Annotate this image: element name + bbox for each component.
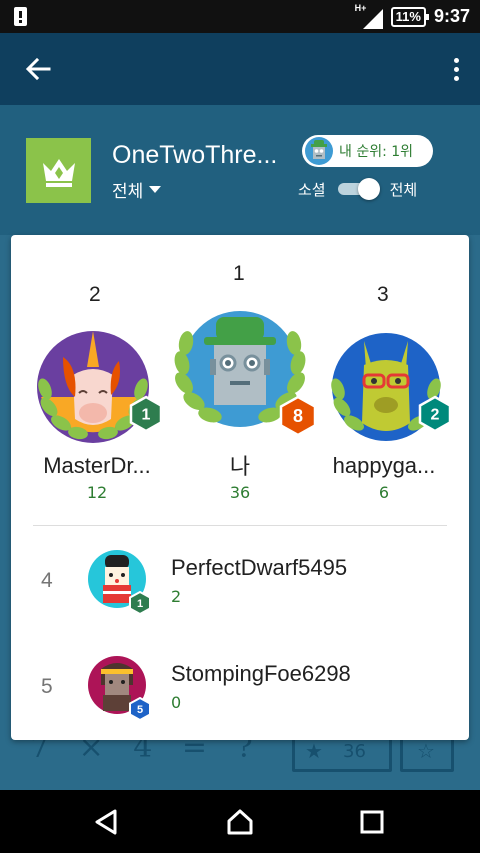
square-recents-icon: [360, 810, 384, 834]
scope-dropdown[interactable]: 전체: [112, 177, 162, 202]
battery-level: 11%: [395, 8, 421, 24]
robot-avatar-small: [305, 137, 333, 165]
clock: 9:37: [433, 6, 470, 26]
toggle-all-label: 전체: [389, 180, 418, 199]
triangle-back-icon: [95, 809, 117, 835]
navigation-bar: [0, 790, 480, 853]
podium-player-3[interactable]: 2: [326, 327, 460, 451]
podium-player-2[interactable]: 1: [33, 327, 167, 451]
nav-home-button[interactable]: [220, 806, 260, 838]
podium-score-2: 12: [86, 483, 108, 502]
nav-back-button[interactable]: [86, 806, 126, 838]
podium-name-1: 나: [229, 454, 251, 479]
level-badge: 2: [418, 395, 452, 433]
my-rank-label: 내 순위: 1위: [339, 144, 414, 160]
podium-rank-1: 1: [233, 262, 245, 285]
battery-icon: 11%: [390, 6, 430, 27]
podium-rank-3: 3: [377, 283, 389, 306]
app-bar: [0, 33, 480, 105]
alert-icon: [14, 7, 27, 26]
nav-recents-button[interactable]: [352, 806, 392, 838]
row-score: 2: [171, 587, 182, 606]
background-score: 36: [343, 741, 366, 762]
back-button[interactable]: [20, 51, 56, 87]
leaderboard-card: 2 1 MasterDr... 12 1 8 나 36 3 2 happyga.…: [11, 235, 469, 740]
podium-score-3: 6: [378, 483, 390, 502]
level-badge: 1: [129, 591, 151, 615]
crown-icon: [42, 158, 75, 187]
podium-name-2: MasterDr...: [43, 453, 151, 478]
signal-icon: H+: [355, 3, 383, 29]
divider: [33, 525, 447, 526]
social-all-toggle-row: 소셜 전체: [298, 177, 417, 201]
scope-selected-value: 전체: [112, 182, 144, 202]
level-badge-value: 2: [431, 407, 440, 424]
social-all-toggle[interactable]: [336, 177, 380, 201]
list-item[interactable]: 4 1 PerfectDwarf5495 2: [11, 535, 469, 635]
toggle-social-label: 소셜: [298, 180, 326, 199]
row-avatar: 1: [87, 549, 151, 617]
status-bar: H+ 11% 9:37: [0, 0, 480, 33]
row-name: StompingFoe6298: [171, 661, 351, 686]
row-avatar: 5: [87, 655, 151, 723]
level-badge: 1: [129, 395, 163, 433]
level-badge-value: 1: [142, 407, 151, 424]
level-badge-value: 1: [137, 598, 143, 610]
podium-name-3: happyga...: [332, 453, 436, 478]
list-item[interactable]: 5 5 StompingFoe6298 0: [11, 641, 469, 740]
star-icon: ★: [305, 739, 323, 763]
podium-rank-2: 2: [89, 283, 101, 306]
more-options-button[interactable]: [446, 51, 466, 87]
caret-down-icon: [149, 186, 162, 193]
level-badge: 5: [129, 697, 151, 721]
star-outline-icon: ☆: [417, 739, 435, 763]
level-badge: 8: [279, 395, 317, 437]
row-name: PerfectDwarf5495: [171, 555, 348, 580]
my-rank-chip[interactable]: 내 순위: 1위: [302, 135, 433, 167]
row-score: 0: [171, 693, 182, 712]
podium-player-1[interactable]: 8: [170, 307, 317, 437]
level-badge-value: 8: [293, 406, 303, 426]
arrow-left-icon: [25, 57, 51, 81]
home-icon: [227, 809, 253, 835]
podium-score-1: 36: [229, 483, 251, 502]
leaderboard-header: OneTwoThre... 전체 내 순위: 1위 소셜 전체: [0, 105, 480, 235]
level-badge-value: 5: [137, 704, 143, 716]
leaderboard-title: OneTwoThre...: [112, 141, 278, 169]
row-rank: 4: [41, 569, 53, 592]
row-rank: 5: [41, 675, 53, 698]
game-icon: [26, 138, 91, 203]
more-vert-icon: [453, 57, 459, 63]
